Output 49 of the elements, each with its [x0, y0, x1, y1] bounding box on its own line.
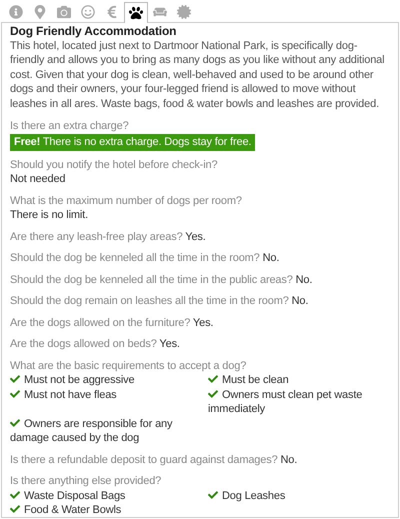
check-icon — [10, 388, 20, 399]
section-title: Dog Friendly Accommodation — [10, 24, 178, 38]
camera-icon — [57, 5, 71, 19]
list-item-text: Must be clean — [208, 374, 289, 386]
question-text: Should the dog remain on leashes all the time in the room? — [10, 295, 289, 307]
smiley-icon — [81, 5, 95, 19]
answer-text: No. — [280, 454, 298, 466]
question-text: Is there anything else provided? — [10, 474, 162, 488]
question-text: Should the dog be kenneled all the time in the public areas? — [10, 274, 293, 286]
badge-icon — [177, 5, 191, 19]
list-item-text: Owners are responsible for any damage caused by the dog — [10, 418, 172, 444]
euro-icon — [105, 5, 119, 19]
answer-text: There is no limit. — [10, 208, 89, 222]
sofa-icon — [153, 5, 167, 19]
paw-icon — [129, 6, 143, 20]
info-icon — [9, 5, 23, 19]
question-text: Are the dogs allowed on beds? — [10, 338, 157, 350]
check-icon — [208, 374, 218, 384]
answer-text: Yes. — [185, 230, 206, 242]
map-pin-icon — [33, 5, 47, 19]
answer-banner: Free! There is no extra charge. Dogs stay for free. — [10, 134, 256, 150]
question-text: What are the basic requirements to accept a dog? — [10, 358, 248, 373]
answer-text: Not needed — [10, 172, 66, 186]
answer-text: No. — [292, 295, 308, 307]
check-icon — [10, 490, 20, 500]
tab[interactable] — [124, 2, 148, 23]
answer-text: No. — [262, 252, 280, 264]
intro-paragraph: This hotel, located just next to Dartmoor National Park, is specifically dog-friendly and allows you to bring as many dogs as you like without any additional cost. Given that your dog is clean, well-behaved and used to be around other dogs and their owners, your four-legged friend is allowed to move without leashes in all ares. Waste bags, food & water bowls and leashes are provided. — [10, 38, 386, 111]
question-text: Is there an extra charge? — [10, 119, 130, 134]
question-text: What is the maximum number of dogs per room? — [10, 194, 243, 208]
list-item-text: Dog Leashes — [208, 490, 286, 502]
check-icon — [10, 374, 20, 384]
check-icon — [10, 418, 20, 428]
list-item-text: Owners must clean pet waste immediately — [208, 388, 362, 415]
list-item-text: Must not have fleas — [10, 388, 117, 400]
answer-text: No. — [296, 274, 312, 286]
list-item-text: Waste Disposal Bags — [10, 490, 126, 502]
check-icon — [208, 490, 218, 500]
answer-text: Yes. — [159, 338, 180, 350]
check-icon — [10, 504, 20, 514]
question-text: Are the dogs allowed on the furniture? — [10, 316, 190, 328]
check-icon — [208, 388, 218, 399]
list-item-text: Must not be aggressive — [10, 374, 134, 386]
question-text: Should the dog be kenneled all the time in the room? — [10, 252, 260, 264]
question-text: Is there a refundable deposit to guard against damages? — [10, 454, 278, 466]
answer-text: Yes. — [192, 316, 214, 328]
question-text: Are there any leash-free play areas? — [10, 230, 183, 242]
list-item-text: Food & Water Bowls — [10, 504, 122, 516]
question-text: Should you notify the hotel before check-in? — [10, 158, 218, 172]
